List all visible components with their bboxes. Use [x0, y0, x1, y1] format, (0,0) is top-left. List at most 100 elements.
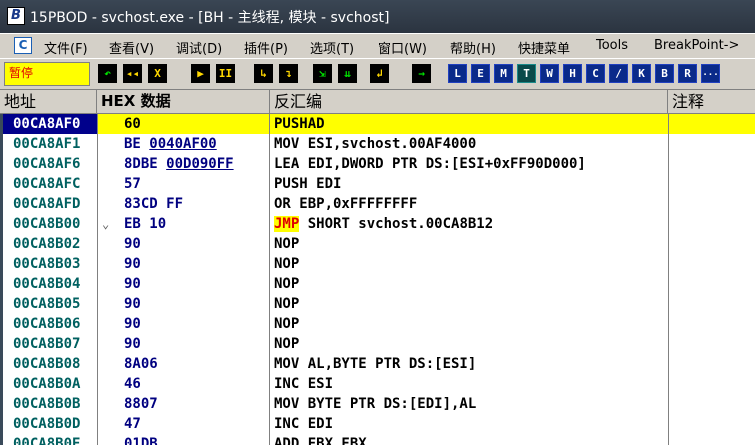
row-address: 00CA8AFD	[13, 196, 81, 212]
row-disasm: INC EDI	[274, 416, 334, 432]
patches-window-button[interactable]: /	[609, 64, 628, 83]
menu-window[interactable]: 窗口(W)	[378, 38, 427, 57]
row-disasm: NOP	[274, 276, 300, 292]
close-button[interactable]: X	[148, 64, 167, 83]
row-disasm: NOP	[274, 296, 300, 312]
threads-window-button[interactable]: T	[517, 64, 536, 83]
header-disasm[interactable]: 反汇编	[270, 90, 668, 114]
row-hex: 8A06	[124, 356, 158, 372]
row-disasm: OR EBP,0xFFFFFFFF	[274, 196, 418, 212]
row-address: 00CA8AF6	[13, 156, 81, 172]
windows-window-button[interactable]: W	[540, 64, 559, 83]
go-to-button[interactable]: →	[412, 64, 431, 83]
row-address: 00CA8B07	[13, 336, 81, 352]
step-into-button[interactable]: ↳	[254, 64, 273, 83]
table-row[interactable]: 00CA8AFC 57 PUSH EDI	[0, 174, 755, 194]
restart-button[interactable]: ↶	[98, 64, 117, 83]
window-edge	[0, 114, 3, 445]
menu-tools[interactable]: Tools	[596, 38, 628, 53]
cpu-window-button[interactable]: C	[586, 64, 605, 83]
table-row[interactable]: 00CA8B0A 46 INC ESI	[0, 374, 755, 394]
row-hex: 60	[124, 116, 141, 132]
toolbar: 暂停 ↶ ◂◂ X ▶ II ↳ ↴ ⇲ ⇊ ↲ → L E M T W H C…	[0, 58, 755, 90]
menu-options[interactable]: 选项(T)	[310, 38, 354, 57]
table-row[interactable]: 00CA8B05 90 NOP	[0, 294, 755, 314]
animate-into-button[interactable]: ⇲	[313, 64, 332, 83]
table-row[interactable]: 00CA8AF0 60 PUSHAD	[0, 114, 755, 134]
pause-button[interactable]: II	[216, 64, 235, 83]
row-address: 00CA8AF0	[0, 114, 97, 134]
status-badge: 暂停	[4, 62, 90, 86]
column-divider	[668, 114, 669, 445]
references-window-button[interactable]: R	[678, 64, 697, 83]
back-button[interactable]: ◂◂	[123, 64, 142, 83]
table-row[interactable]: 00CA8B07 90 NOP	[0, 334, 755, 354]
row-disasm: NOP	[274, 316, 300, 332]
header-address[interactable]: 地址	[0, 90, 97, 114]
row-hex-relocation: 0040AF00	[149, 136, 217, 152]
table-row[interactable]: 00CA8B00 ⌄ EB 10 JMP SHORT svchost.00CA8B12	[0, 214, 755, 234]
row-address: 00CA8B04	[13, 276, 81, 292]
step-over-button[interactable]: ↴	[279, 64, 298, 83]
row-disasm: INC ESI	[274, 376, 334, 392]
cpu-logo-icon[interactable]: C	[14, 37, 32, 54]
row-disasm: MOV AL,BYTE PTR DS:[ESI]	[274, 356, 477, 372]
header-hex[interactable]: HEX 数据	[97, 90, 270, 114]
row-hex: 46	[124, 376, 141, 392]
menu-bar: C 文件(F) 查看(V) 调试(D) 插件(P) 选项(T) 窗口(W) 帮助…	[0, 33, 755, 58]
animate-over-button[interactable]: ⇊	[338, 64, 357, 83]
row-disasm: NOP	[274, 236, 300, 252]
row-address: 00CA8B05	[13, 296, 81, 312]
run-button[interactable]: ▶	[191, 64, 210, 83]
table-row[interactable]: 00CA8B06 90 NOP	[0, 314, 755, 334]
row-address: 00CA8B0E	[13, 436, 81, 445]
table-row[interactable]: 00CA8B0D 47 INC EDI	[0, 414, 755, 434]
row-hex: 90	[124, 336, 141, 352]
table-row[interactable]: 00CA8B08 8A06 MOV AL,BYTE PTR DS:[ESI]	[0, 354, 755, 374]
breakpoints-window-button[interactable]: B	[655, 64, 674, 83]
table-row[interactable]: 00CA8B0B 8807 MOV BYTE PTR DS:[EDI],AL	[0, 394, 755, 414]
handles-window-button[interactable]: H	[563, 64, 582, 83]
menu-shortcuts[interactable]: 快捷菜单	[518, 38, 570, 57]
log-window-button[interactable]: L	[448, 64, 467, 83]
row-hex: 8DBE 00D090FF	[124, 156, 234, 172]
table-row[interactable]: 00CA8B03 90 NOP	[0, 254, 755, 274]
row-hex: BE 0040AF00	[124, 136, 217, 152]
row-hex: 83CD FF	[124, 196, 184, 212]
row-address: 00CA8B0D	[13, 416, 81, 432]
row-hex: EB 10	[124, 216, 167, 232]
column-divider	[269, 114, 270, 445]
modules-window-button[interactable]: E	[471, 64, 490, 83]
row-disasm: NOP	[274, 256, 300, 272]
menu-debug[interactable]: 调试(D)	[176, 38, 222, 57]
disassembly-grid[interactable]: 00CA8AF0 60 PUSHAD 00CA8AF1 BE 0040AF00 MOV E…	[0, 114, 755, 445]
table-row[interactable]: 00CA8AF6 8DBE 00D090FF LEA EDI,DWORD PTR D…	[0, 154, 755, 174]
row-hex: 90	[124, 256, 141, 272]
header-comment[interactable]: 注释	[668, 90, 755, 114]
window-title: 15PBOD - svchost.exe - [BH - 主线程, 模块 - s…	[30, 10, 390, 26]
table-row[interactable]: 00CA8B0E 01DB ADD EBX,EBX	[0, 434, 755, 445]
menu-view[interactable]: 查看(V)	[109, 38, 154, 57]
row-hex: 47	[124, 416, 141, 432]
table-row[interactable]: 00CA8AFD 83CD FF OR EBP,0xFFFFFFFF	[0, 194, 755, 214]
more-windows-button[interactable]: ...	[701, 64, 720, 83]
row-hex: 90	[124, 316, 141, 332]
execute-till-return-button[interactable]: ↲	[370, 64, 389, 83]
table-row[interactable]: 00CA8B02 90 NOP	[0, 234, 755, 254]
menu-plugins[interactable]: 插件(P)	[244, 38, 288, 57]
row-hex-relocation: 00D090FF	[166, 156, 234, 172]
row-hex: 57	[124, 176, 141, 192]
memory-window-button[interactable]: M	[494, 64, 513, 83]
column-divider	[97, 114, 98, 445]
menu-breakpoint[interactable]: BreakPoint->	[654, 38, 739, 53]
menu-file[interactable]: 文件(F)	[44, 38, 88, 57]
row-disasm: NOP	[274, 336, 300, 352]
table-row[interactable]: 00CA8B04 90 NOP	[0, 274, 755, 294]
row-address: 00CA8B08	[13, 356, 81, 372]
row-disasm: MOV ESI,svchost.00AF4000	[274, 136, 477, 152]
table-row[interactable]: 00CA8AF1 BE 0040AF00 MOV ESI,svchost.00AF4…	[0, 134, 755, 154]
row-hex: 8807	[124, 396, 158, 412]
callstack-window-button[interactable]: K	[632, 64, 651, 83]
menu-help[interactable]: 帮助(H)	[450, 38, 496, 57]
row-disasm: ADD EBX,EBX	[274, 436, 367, 445]
